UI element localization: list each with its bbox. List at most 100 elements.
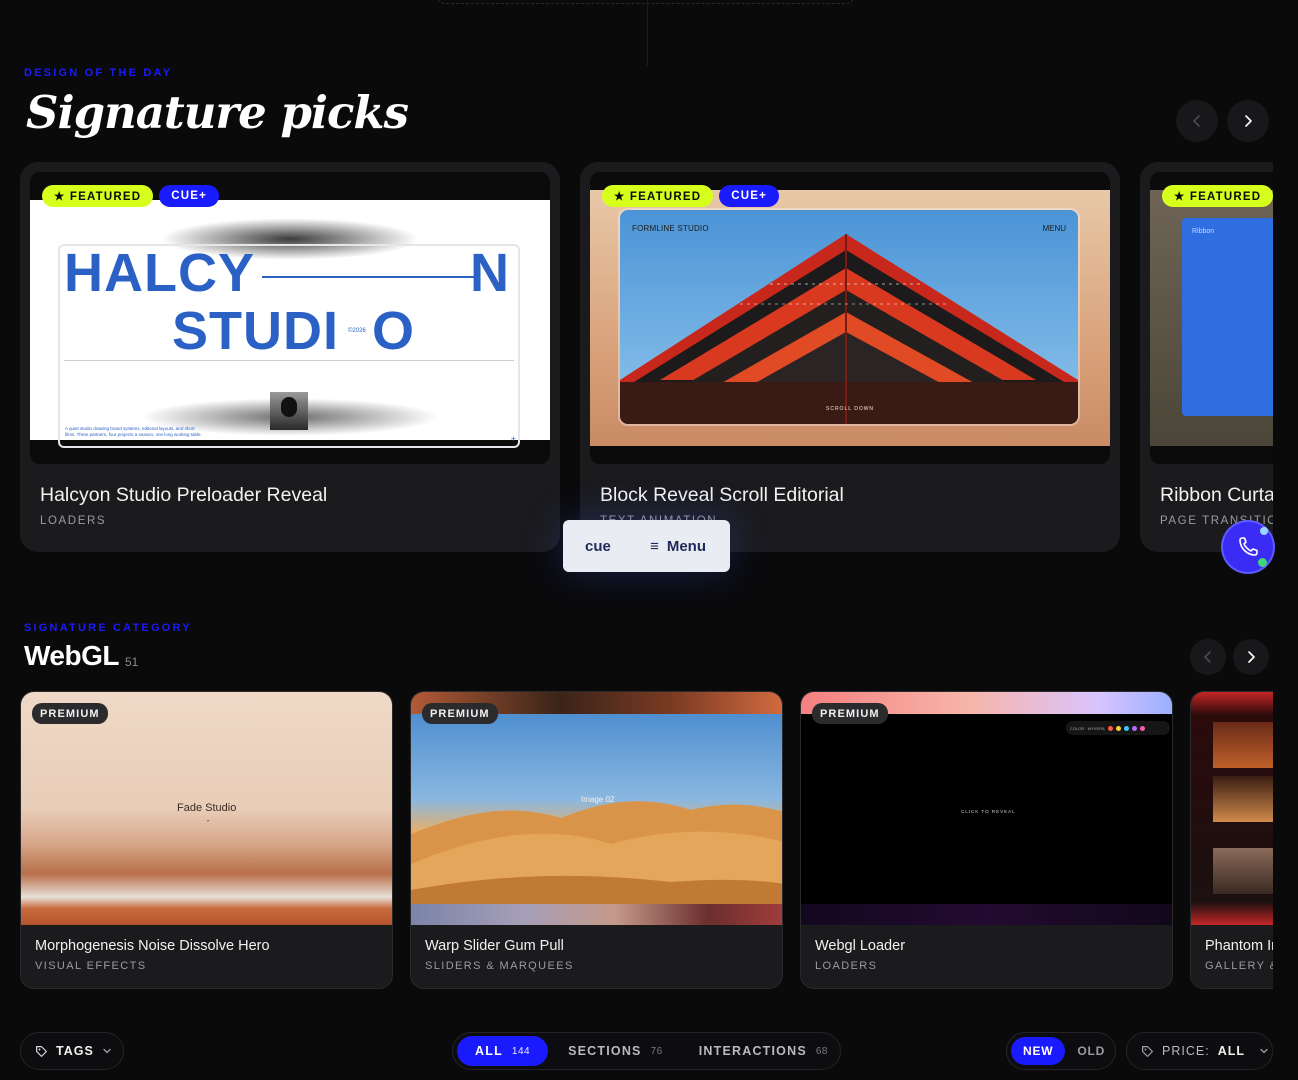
featured-card[interactable]: Ribbon ★ FEATURED Ribbon Curtain PAGE TR… xyxy=(1140,162,1273,552)
preview-canvas: HALCY N STUDI O ©2026 A quiet studio dra… xyxy=(30,200,550,448)
component-card[interactable]: Fade Studio • PREMIUM Morphogenesis Nois… xyxy=(20,691,393,989)
preview-color-hud: COLOR · MYXERA xyxy=(1066,721,1170,735)
category-eyebrow: SIGNATURE CATEGORY xyxy=(24,622,192,634)
online-dot xyxy=(1258,558,1267,567)
preview-year: ©2026 xyxy=(348,328,366,334)
card-category: LOADERS xyxy=(815,960,878,972)
type-filter-segmented: ALL 144 SECTIONS 76 INTERACTIONS 68 xyxy=(452,1032,841,1070)
card-preview: CLICK TO REVEAL COLOR · MYXERA xyxy=(801,692,1172,925)
preview-text: Image 02 xyxy=(581,795,615,804)
component-card-clip: Phantom Image GALLERY & SLIDERS xyxy=(1190,691,1273,989)
gallery-tile xyxy=(1213,848,1273,894)
preview-screen: FORMLINE STUDIO MENU SCROLL DOWN xyxy=(620,210,1078,424)
card-category: GALLERY & SLIDERS xyxy=(1205,960,1273,972)
call-status-dot xyxy=(1260,527,1268,535)
desert-dunes-image xyxy=(411,714,782,904)
preview-dot: • xyxy=(207,819,210,825)
preview-divider xyxy=(64,360,514,361)
sort-old[interactable]: OLD xyxy=(1065,1037,1117,1065)
filter-count: 68 xyxy=(815,1045,828,1057)
component-card[interactable]: CLICK TO REVEAL COLOR · MYXERA PREMIUM W… xyxy=(800,691,1173,989)
pyramid-building-illustration xyxy=(620,234,1078,424)
card-preview: FORMLINE STUDIO MENU SCROLL DOWN xyxy=(590,172,1110,464)
card-category: VISUAL EFFECTS xyxy=(35,960,147,972)
cue-logo[interactable]: cue xyxy=(585,538,611,555)
top-frame-decoration xyxy=(438,0,854,4)
preview-caption: A quiet studio drawing brand systems, ed… xyxy=(65,426,202,437)
phone-icon xyxy=(1239,537,1258,556)
card-preview: Ribbon xyxy=(1150,172,1273,464)
hamburger-icon: ≡ xyxy=(650,537,659,555)
signature-prev-button[interactable] xyxy=(1176,100,1218,142)
card-title: Block Reveal Scroll Editorial xyxy=(600,484,844,506)
category-count: 51 xyxy=(125,655,139,669)
component-card[interactable]: Image 02 PREMIUM Warp Slider Gum Pull SL… xyxy=(410,691,783,989)
chevron-left-icon xyxy=(1193,115,1200,127)
menu-button[interactable]: ≡ Menu xyxy=(650,538,706,555)
sort-toggle: NEW OLD xyxy=(1006,1032,1116,1070)
floating-menu: cue ≡ Menu xyxy=(563,520,730,572)
card-title: Phantom Image xyxy=(1205,938,1273,954)
preview-menu-label: MENU xyxy=(1042,224,1066,233)
featured-badge: ★ FEATURED xyxy=(602,185,714,207)
color-swatch xyxy=(1123,725,1129,731)
card-title: Webgl Loader xyxy=(815,938,906,954)
top-divider-line xyxy=(647,0,648,66)
chevron-right-icon xyxy=(1245,115,1252,127)
component-card[interactable]: Phantom Image GALLERY & SLIDERS xyxy=(1190,691,1273,989)
chevron-right-icon xyxy=(1248,651,1255,663)
price-value: ALL xyxy=(1217,1044,1245,1058)
filter-label: INTERACTIONS xyxy=(698,1044,807,1058)
price-filter-button[interactable]: PRICE: ALL xyxy=(1126,1032,1273,1070)
card-preview: Image 02 xyxy=(411,692,782,925)
preview-panel xyxy=(1182,218,1273,416)
preview-subheadline-end: O xyxy=(372,301,415,361)
badge-row: ★ FEATURED xyxy=(1162,185,1273,207)
card-title: Warp Slider Gum Pull xyxy=(425,938,564,954)
card-category: LOADERS xyxy=(40,515,107,527)
chevron-down-icon xyxy=(1260,1048,1268,1054)
filter-all[interactable]: ALL 144 xyxy=(457,1036,549,1066)
category-next-button[interactable] xyxy=(1233,639,1269,675)
featured-card[interactable]: HALCY N STUDI O ©2026 A quiet studio dra… xyxy=(20,162,560,552)
card-preview: HALCY N STUDI O ©2026 A quiet studio dra… xyxy=(30,172,550,464)
tags-filter-button[interactable]: TAGS xyxy=(20,1032,124,1070)
dunes-illustration xyxy=(411,801,782,904)
hud-label: COLOR · MYXERA xyxy=(1070,725,1105,731)
preview-strip xyxy=(411,904,782,925)
featured-card[interactable]: FORMLINE STUDIO MENU SCROLL DOWN ★ FEATU… xyxy=(580,162,1120,552)
signature-title: Signature picks xyxy=(26,86,409,139)
filter-sections[interactable]: SECTIONS 76 xyxy=(550,1036,681,1066)
preview-plus: + xyxy=(510,434,516,444)
sort-new[interactable]: NEW xyxy=(1011,1037,1066,1065)
featured-badge: ★ FEATURED xyxy=(1162,185,1273,207)
color-swatch xyxy=(1131,725,1137,731)
premium-badge: PREMIUM xyxy=(32,703,108,724)
filter-count: 144 xyxy=(511,1045,531,1057)
signature-next-button[interactable] xyxy=(1227,100,1269,142)
price-label: PRICE: xyxy=(1162,1044,1210,1058)
color-swatch xyxy=(1115,725,1121,731)
chevron-down-icon xyxy=(103,1048,111,1054)
preview-rule xyxy=(262,276,474,278)
preview-portrait xyxy=(270,392,308,430)
filter-interactions[interactable]: INTERACTIONS 68 xyxy=(681,1036,846,1066)
featured-badge: ★ FEATURED xyxy=(42,185,154,207)
filter-count: 76 xyxy=(650,1045,663,1057)
tags-label: TAGS xyxy=(56,1044,94,1058)
gallery-tile xyxy=(1213,776,1273,822)
menu-label: Menu xyxy=(666,537,706,555)
preview-strip xyxy=(801,904,1172,925)
featured-card-clip: Ribbon ★ FEATURED Ribbon Curtain PAGE TR… xyxy=(1140,162,1273,552)
card-category: SLIDERS & MARQUEES xyxy=(425,960,574,972)
page: DESIGN OF THE DAY Signature picks HALCY … xyxy=(0,0,1298,1080)
category-prev-button[interactable] xyxy=(1190,639,1226,675)
card-preview xyxy=(1191,692,1273,925)
preview-headline-end: N xyxy=(470,243,509,303)
card-title: Halcyon Studio Preloader Reveal xyxy=(40,484,328,506)
filter-label: ALL xyxy=(475,1044,503,1058)
cue-plus-badge: CUE+ xyxy=(719,185,780,207)
preview-headline: HALCY xyxy=(64,243,255,303)
preview-text: CLICK TO REVEAL xyxy=(961,809,1016,814)
tag-icon xyxy=(36,1045,47,1057)
